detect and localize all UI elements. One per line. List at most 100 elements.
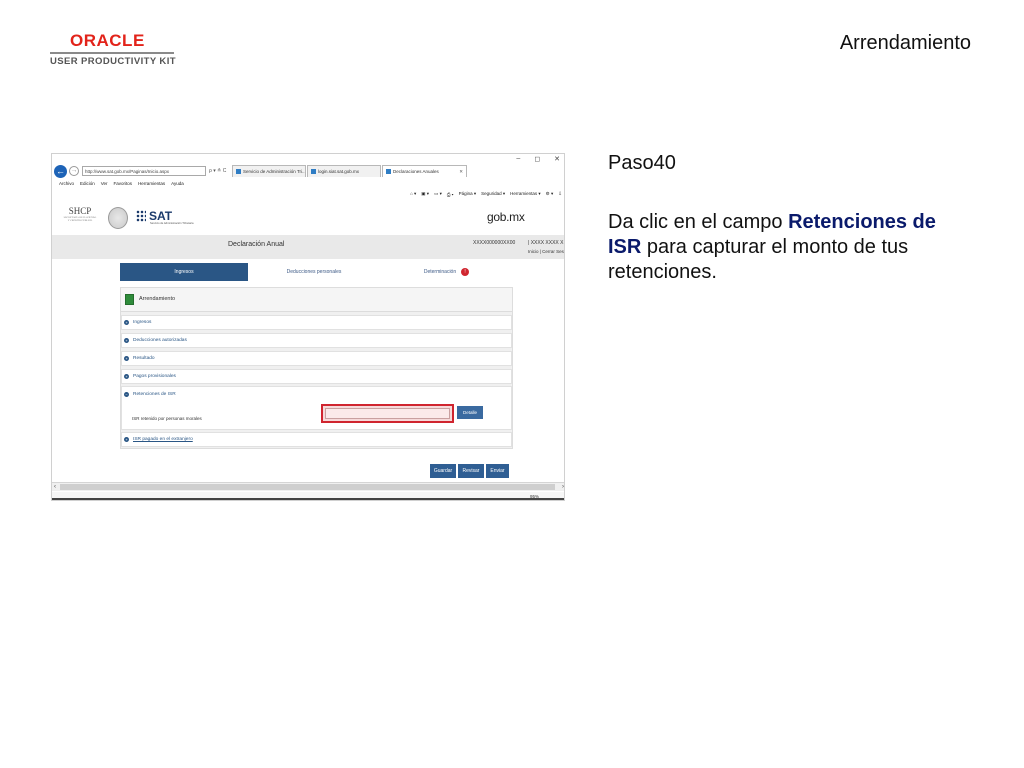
sat-title: SAT — [149, 208, 173, 223]
sat-dots-icon — [136, 210, 146, 222]
close-tab-icon[interactable]: ✕ — [459, 169, 463, 175]
section-label: ISR pagado en el extranjero — [133, 437, 193, 442]
instruction-post: para capturar el monto de tus retencione… — [608, 236, 909, 283]
browser-tab-login[interactable]: login.siat.sat.gob.mx — [307, 165, 381, 177]
tab-label: Deducciones personales — [286, 269, 342, 275]
isr-field-label: ISR retenido por personas morales — [132, 416, 202, 421]
section-isr-extranjero[interactable]: + ISR pagado en el extranjero — [121, 432, 512, 447]
user-name: | XXXX XXXX X — [528, 240, 564, 246]
expand-icon: + — [124, 437, 129, 442]
site-header: SHCP SECRETARÍA DE HACIENDA Y CRÉDITO PÚ… — [52, 203, 564, 235]
cmd-herramientas[interactable]: Herramientas ▾ — [510, 191, 541, 197]
panel-title: Arrendamiento — [139, 296, 176, 302]
section-deducciones-autorizadas[interactable]: + Deducciones autorizadas — [121, 333, 512, 348]
favicon-icon — [236, 169, 241, 174]
favicon-icon — [311, 169, 316, 174]
scroll-right-icon[interactable]: › — [562, 483, 564, 492]
tab-deducciones-personales[interactable]: Deducciones personales — [248, 263, 380, 281]
minimize-icon[interactable]: – — [516, 155, 520, 163]
guardar-button[interactable]: Guardar — [430, 464, 456, 478]
expand-icon: + — [124, 356, 129, 361]
menu-herramientas[interactable]: Herramientas — [138, 181, 165, 186]
browser-tab-sat[interactable]: Servicio de Administración Tri... — [232, 165, 306, 177]
page-title: Declaración Anual — [228, 241, 285, 248]
print-icon[interactable]: ⎙ ▾ — [447, 192, 454, 197]
address-tools[interactable]: ρ ▾ ≙ C — [209, 168, 231, 174]
isr-section-header[interactable]: − Retenciones de ISR — [124, 392, 176, 397]
shcp-logo: SHCP SECRETARÍA DE HACIENDA Y CRÉDITO PÚ… — [63, 206, 97, 222]
section-retenciones-isr: − Retenciones de ISR ISR retenido por pe… — [121, 386, 512, 430]
section-pagos-provisionales[interactable]: + Pagos provisionales — [121, 369, 512, 384]
instruction-pre: Da clic en el campo — [608, 211, 789, 233]
mail-icon[interactable]: ▭ ▾ — [434, 191, 442, 197]
isr-retenido-input[interactable] — [321, 404, 454, 423]
back-arrow-icon[interactable]: ← — [54, 164, 67, 178]
expand-icon: + — [124, 338, 129, 343]
home-icon[interactable]: ⌂ ▾ — [410, 191, 416, 197]
menu-bar: Archivo Edición Ver Favoritos Herramient… — [52, 179, 564, 188]
feeds-icon[interactable]: ▣ ▾ — [421, 191, 429, 197]
upk-product-name: USER PRODUCTIVITY KIT — [50, 56, 176, 67]
instruction-text: Da clic en el campo Retenciones de ISR p… — [608, 210, 948, 285]
command-bar: ⌂ ▾ ▣ ▾ ▭ ▾ ⎙ ▾ Página ▾ Seguridad ▾ Her… — [52, 189, 564, 199]
address-bar[interactable]: http://www.sat.gob.mx/Paginas/Inicio.asp… — [82, 166, 206, 176]
declaration-title-bar: Declaración Anual XXXX000000XX00 | XXXX … — [52, 235, 564, 259]
scrollbar-thumb[interactable] — [60, 484, 555, 490]
section-label: Retenciones de ISR — [133, 392, 176, 397]
expand-icon: + — [124, 374, 129, 379]
menu-ver[interactable]: Ver — [101, 181, 108, 186]
tab-label: Determinación — [423, 269, 457, 275]
address-row: ← → http://www.sat.gob.mx/Paginas/Inicio… — [52, 164, 564, 178]
alert-badge: ! — [461, 268, 470, 276]
menu-archivo[interactable]: Archivo — [59, 181, 74, 186]
sat-logo: SAT Servicio de Administración Tributari… — [136, 208, 193, 225]
section-label: Resultado — [133, 356, 155, 361]
slide-title: Arrendamiento — [839, 32, 971, 54]
restore-icon[interactable]: ◻ — [534, 155, 540, 163]
window-controls: – ◻ ✕ — [516, 155, 560, 163]
rfc-value: XXXX000000XX00 — [473, 240, 516, 246]
menu-ayuda[interactable]: Ayuda — [171, 181, 184, 186]
shcp-title: SHCP — [68, 206, 92, 216]
cmd-pagina[interactable]: Página ▾ — [459, 191, 477, 197]
menu-favoritos[interactable]: Favoritos — [114, 181, 133, 186]
tab-ingresos[interactable]: Ingresos — [120, 263, 248, 281]
tab-label: Ingresos — [174, 269, 194, 275]
tab-label: Servicio de Administración Tri... — [243, 169, 306, 174]
scroll-left-icon[interactable]: ‹ — [54, 483, 56, 492]
menu-edicion[interactable]: Edición — [80, 181, 95, 186]
embedded-screenshot: – ◻ ✕ ← → http://www.sat.gob.mx/Paginas/… — [51, 153, 565, 501]
revisar-button[interactable]: Revisar — [458, 464, 484, 478]
session-links[interactable]: Inicio | Cerrar Sesi — [528, 249, 564, 254]
step-label: Paso40 — [608, 152, 676, 174]
tab-determinacion[interactable]: Determinación ! — [380, 263, 513, 281]
scroll-down-icon[interactable]: ⇩ — [558, 191, 562, 197]
favicon-icon — [386, 169, 391, 174]
enviar-button[interactable]: Enviar — [486, 464, 509, 478]
declaration-tabs: Ingresos Deducciones personales Determin… — [120, 263, 513, 281]
oracle-wordmark: ORACLE — [70, 31, 145, 50]
arrendamiento-panel: Arrendamiento + Ingresos + Deducciones a… — [120, 287, 513, 449]
document-icon — [125, 294, 134, 305]
browser-tab-declaraciones[interactable]: Declaraciones Anuales ✕ — [382, 165, 467, 177]
section-label: Ingresos — [133, 320, 152, 325]
forward-arrow-icon[interactable]: → — [69, 166, 79, 176]
section-resultado[interactable]: + Resultado — [121, 351, 512, 366]
national-seal-icon — [108, 207, 128, 229]
close-window-icon[interactable]: ✕ — [554, 155, 560, 163]
section-ingresos[interactable]: + Ingresos — [121, 315, 512, 330]
tab-label: Declaraciones Anuales — [393, 169, 439, 174]
cmd-seguridad[interactable]: Seguridad ▾ — [481, 191, 505, 197]
horizontal-scrollbar[interactable]: ‹ › — [52, 482, 564, 492]
section-label: Pagos provisionales — [133, 374, 176, 379]
bottom-border — [52, 498, 564, 500]
detalle-button[interactable]: Detalle — [457, 406, 483, 419]
help-icon[interactable]: ⚙ ▾ — [546, 191, 554, 197]
section-label: Deducciones autorizadas — [133, 338, 187, 343]
sat-subtitle: Servicio de Administración Tributaria — [150, 222, 194, 225]
collapse-icon: − — [124, 392, 129, 397]
expand-icon: + — [124, 320, 129, 325]
tab-label: login.siat.sat.gob.mx — [318, 169, 360, 174]
gobmx-logo: gob.mx — [487, 210, 525, 224]
shcp-subtitle: SECRETARÍA DE HACIENDA Y CRÉDITO PÚBLICO — [63, 216, 97, 222]
